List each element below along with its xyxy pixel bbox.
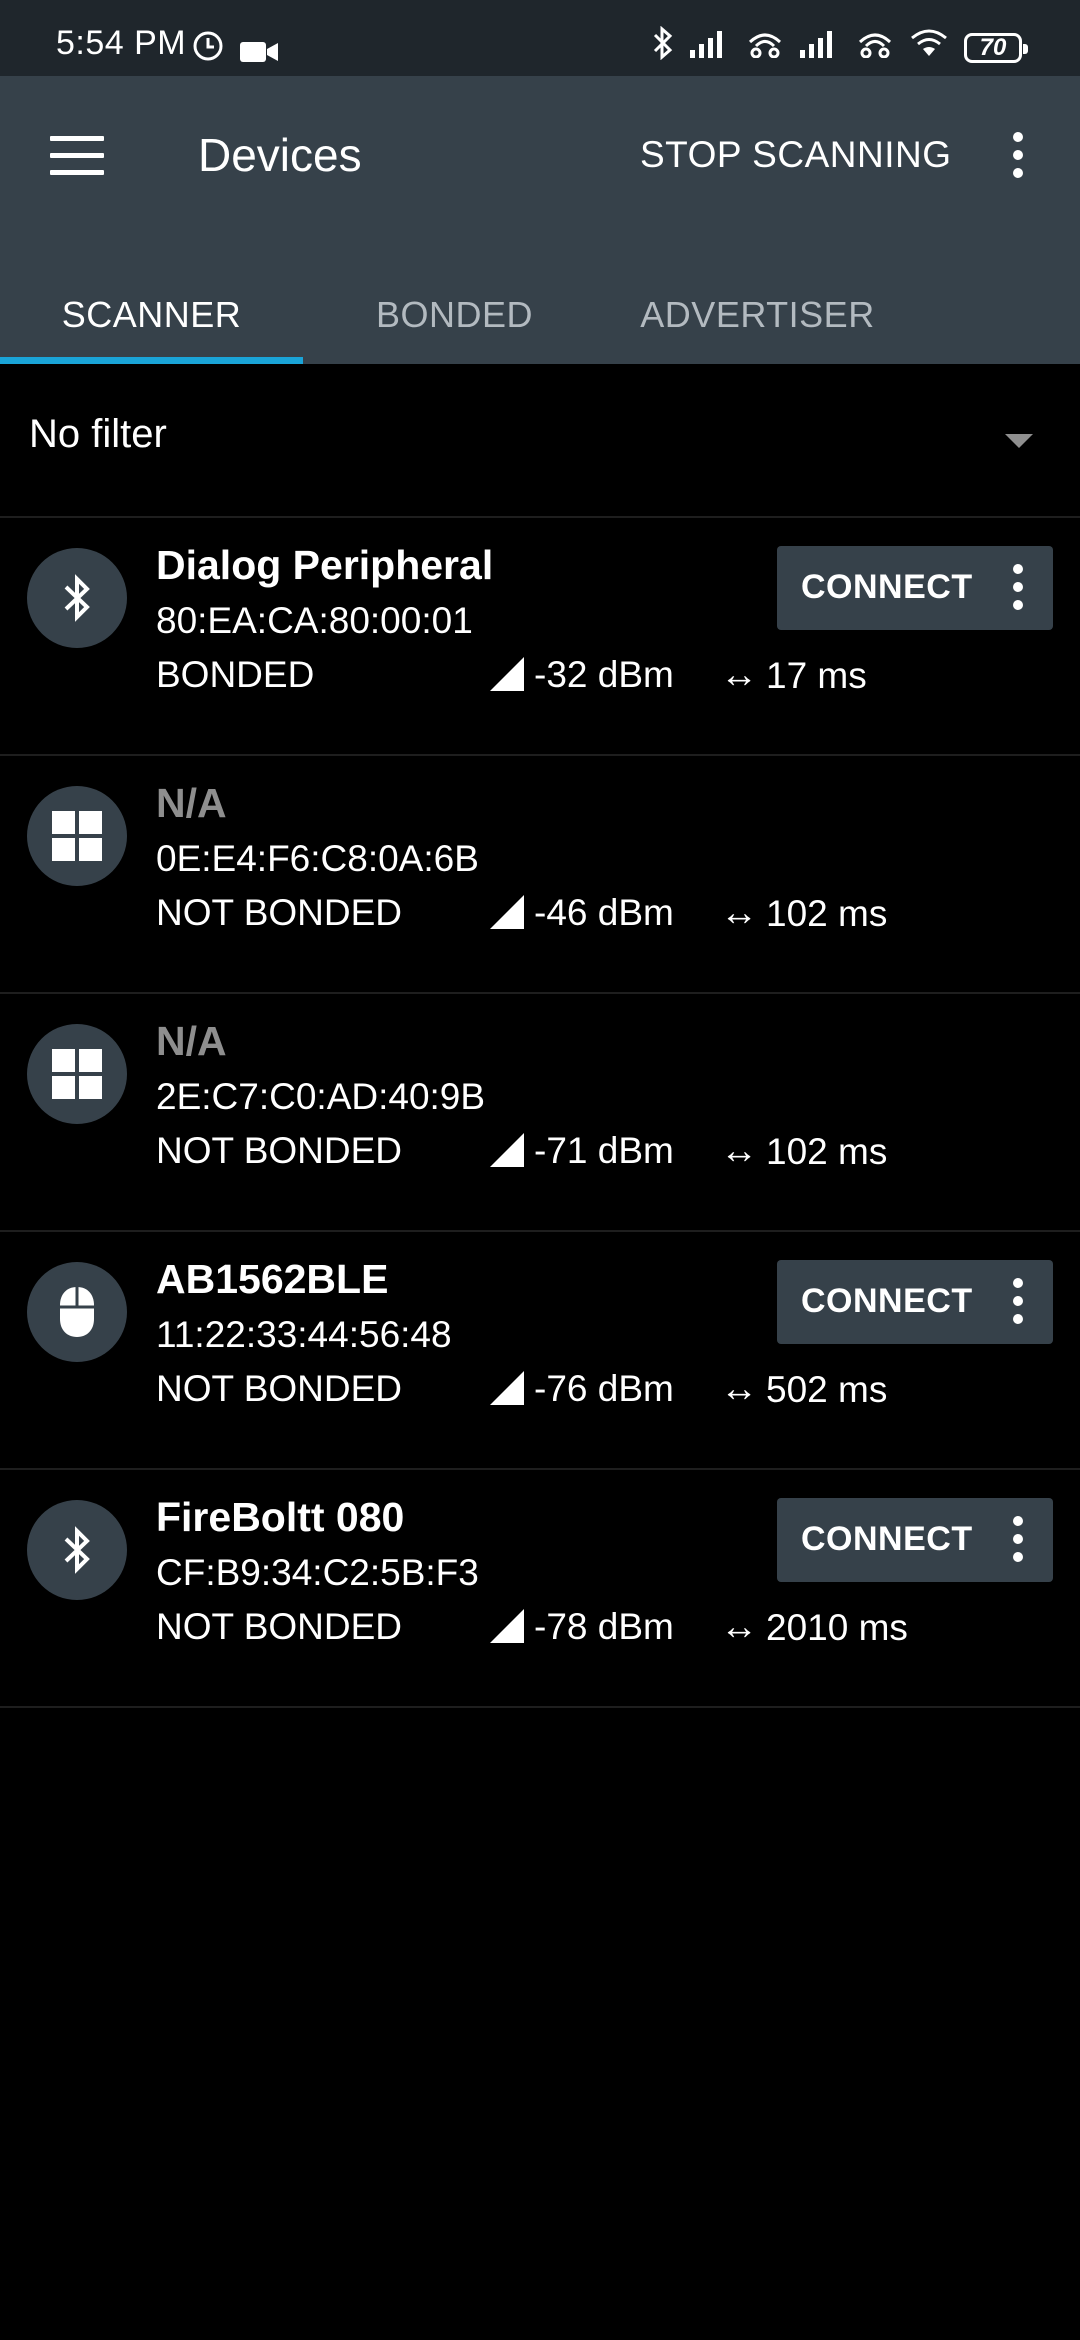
status-bar: 5:54 PM 70 [0, 0, 1080, 76]
connect-button[interactable]: CONNECT [777, 1260, 1053, 1344]
tab-advertiser[interactable]: ADVERTISER [606, 266, 909, 364]
rssi-value: -71 dBm [490, 1130, 674, 1172]
bluetooth-icon [27, 1500, 127, 1600]
signal-strength-icon [490, 1609, 524, 1643]
device-address: 11:22:33:44:56:48 [156, 1314, 452, 1355]
connect-label: CONNECT [801, 568, 973, 606]
rssi-text: -71 dBm [534, 1130, 674, 1171]
interval-arrows-icon: ↔ [720, 1130, 758, 1172]
signal-strength-icon [490, 1371, 524, 1405]
battery-icon: 70 [964, 32, 1028, 63]
interval-arrows-icon: ↔ [720, 1606, 758, 1648]
stop-scanning-button[interactable]: STOP SCANNING [640, 134, 951, 176]
menu-icon[interactable] [50, 136, 104, 176]
device-more-icon[interactable] [1013, 1278, 1025, 1332]
connect-label: CONNECT [801, 1520, 973, 1558]
tab-scanner[interactable]: SCANNER [0, 266, 303, 364]
hotspot-icon [856, 28, 894, 67]
clock-icon [192, 30, 224, 71]
bond-state: NOT BONDED [156, 892, 403, 933]
rssi-text: -46 dBm [534, 892, 674, 933]
advertising-interval: ↔ 502 ms [720, 1368, 887, 1411]
status-time: 5:54 PM [56, 24, 187, 62]
interval-text: 2010 ms [766, 1606, 908, 1648]
connect-label: CONNECT [801, 1282, 973, 1320]
device-row[interactable]: N/A 0E:E4:F6:C8:0A:6B NOT BONDED -46 dBm… [0, 756, 1080, 994]
hotspot-icon [746, 28, 784, 67]
battery-level: 70 [979, 33, 1007, 61]
tab-bonded[interactable]: BONDED [303, 266, 606, 364]
device-row[interactable]: AB1562BLE 11:22:33:44:56:48 NOT BONDED -… [0, 1232, 1080, 1470]
tab-bar: SCANNER BONDED ADVERTISER [0, 266, 1080, 364]
more-options-icon[interactable] [1010, 132, 1026, 182]
tab-indicator [0, 357, 303, 364]
dropdown-arrow-icon[interactable] [1005, 434, 1033, 448]
interval-text: 102 ms [766, 892, 888, 934]
device-address: 0E:E4:F6:C8:0A:6B [156, 838, 479, 879]
video-icon [240, 34, 278, 73]
connect-button[interactable]: CONNECT [777, 546, 1053, 630]
bond-state: NOT BONDED [156, 1606, 403, 1647]
rssi-value: -76 dBm [490, 1368, 674, 1410]
rssi-text: -32 dBm [534, 654, 674, 695]
advertising-interval: ↔ 17 ms [720, 654, 867, 697]
interval-text: 502 ms [766, 1368, 888, 1410]
device-more-icon[interactable] [1013, 564, 1025, 618]
device-name: N/A [156, 780, 227, 826]
device-more-icon[interactable] [1013, 1516, 1025, 1570]
wifi-icon [910, 28, 948, 67]
signal-icon [800, 28, 840, 67]
rssi-value: -32 dBm [490, 654, 674, 696]
interval-arrows-icon: ↔ [720, 892, 758, 934]
advertising-interval: ↔ 102 ms [720, 892, 887, 935]
device-row[interactable]: Dialog Peripheral 80:EA:CA:80:00:01 BOND… [0, 518, 1080, 756]
signal-icon [690, 28, 730, 67]
status-icons: 70 [652, 25, 1028, 69]
interval-arrows-icon: ↔ [720, 1368, 758, 1410]
rssi-value: -78 dBm [490, 1606, 674, 1648]
rssi-text: -78 dBm [534, 1606, 674, 1647]
page-title: Devices [198, 129, 362, 181]
interval-text: 17 ms [766, 654, 867, 696]
mouse-icon [27, 1262, 127, 1362]
windows-icon [27, 786, 127, 886]
bond-state: NOT BONDED [156, 1368, 403, 1409]
interval-text: 102 ms [766, 1130, 888, 1172]
rssi-text: -76 dBm [534, 1368, 674, 1409]
bond-state: NOT BONDED [156, 1130, 403, 1171]
bluetooth-icon [27, 548, 127, 648]
device-name: N/A [156, 1018, 227, 1064]
signal-strength-icon [490, 895, 524, 929]
device-name: Dialog Peripheral [156, 542, 494, 588]
device-row[interactable]: N/A 2E:C7:C0:AD:40:9B NOT BONDED -71 dBm… [0, 994, 1080, 1232]
device-name: AB1562BLE [156, 1256, 389, 1302]
filter-bar[interactable]: No filter [0, 364, 1080, 518]
bluetooth-icon [652, 25, 674, 69]
signal-strength-icon [490, 657, 524, 691]
advertising-interval: ↔ 102 ms [720, 1130, 887, 1173]
device-address: 2E:C7:C0:AD:40:9B [156, 1076, 486, 1117]
device-row[interactable]: FireBoltt 080 CF:B9:34:C2:5B:F3 NOT BOND… [0, 1470, 1080, 1708]
bond-state: BONDED [156, 654, 315, 695]
advertising-interval: ↔ 2010 ms [720, 1606, 908, 1649]
rssi-value: -46 dBm [490, 892, 674, 934]
device-address: 80:EA:CA:80:00:01 [156, 600, 473, 641]
device-name: FireBoltt 080 [156, 1494, 405, 1540]
interval-arrows-icon: ↔ [720, 654, 758, 696]
connect-button[interactable]: CONNECT [777, 1498, 1053, 1582]
windows-icon [27, 1024, 127, 1124]
device-address: CF:B9:34:C2:5B:F3 [156, 1552, 479, 1593]
signal-strength-icon [490, 1133, 524, 1167]
filter-label: No filter [29, 412, 167, 456]
app-bar: Devices STOP SCANNING SCANNER BONDED ADV… [0, 76, 1080, 364]
